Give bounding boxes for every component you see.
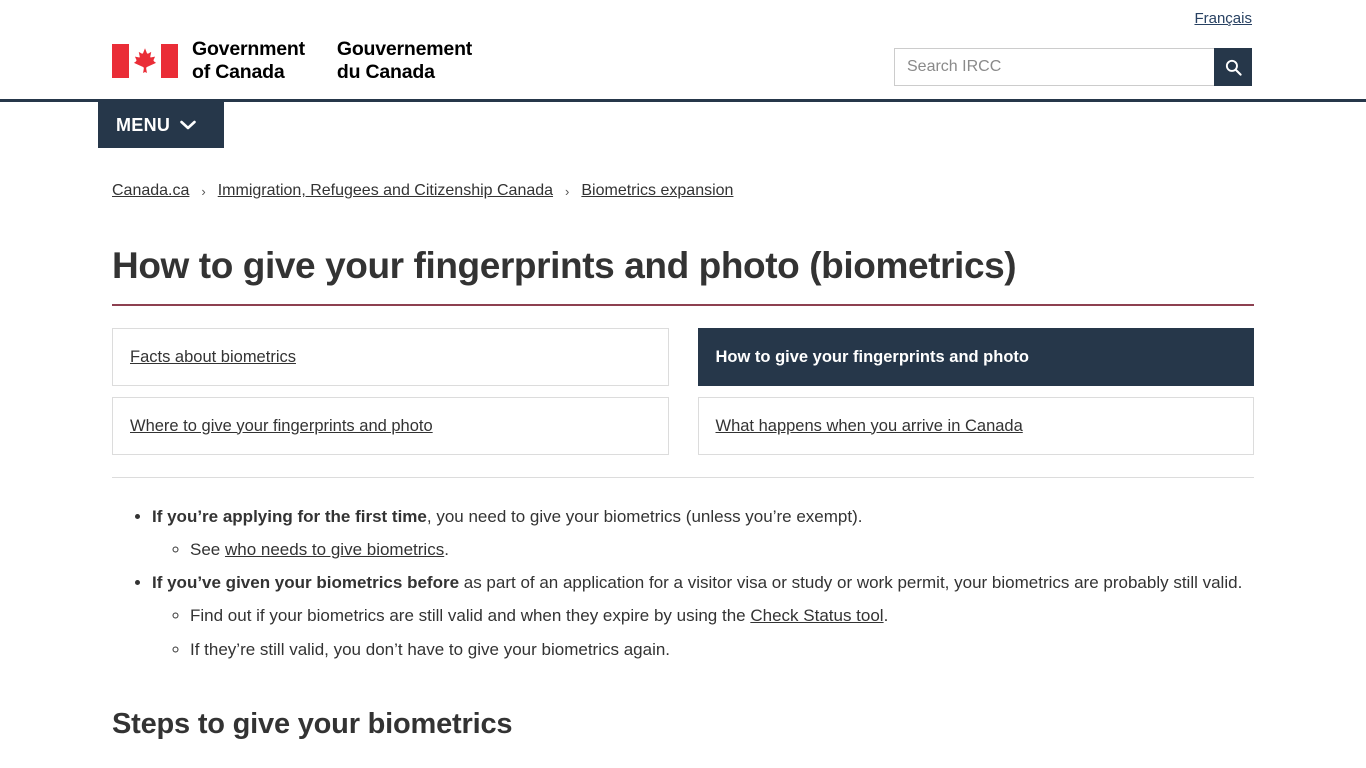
- main-content: How to give your fingerprints and photo …: [0, 245, 1366, 741]
- site-search: [894, 48, 1252, 86]
- canada-flag-icon: [112, 44, 178, 78]
- tab-label: Facts about biometrics: [130, 347, 296, 366]
- link-check-status-tool[interactable]: Check Status tool: [750, 606, 883, 625]
- bullet-rest-text: as part of an application for a visitor …: [459, 573, 1243, 593]
- wordmark-en-line1: Government: [192, 38, 305, 60]
- sub-text-after: .: [444, 540, 449, 560]
- page-title: How to give your fingerprints and photo …: [112, 245, 1254, 306]
- tab-facts-about-biometrics[interactable]: Facts about biometrics: [112, 328, 669, 386]
- section-heading-steps: Steps to give your biometrics: [112, 707, 513, 740]
- bullet-lead-bold: If you’ve given your biometrics before: [152, 573, 460, 593]
- breadcrumb-item-biometrics-expansion[interactable]: Biometrics expansion: [581, 182, 733, 200]
- sub-text-after: .: [883, 606, 889, 626]
- wordmark-english: Government of Canada: [192, 38, 305, 84]
- list-item: If they’re still valid, you don’t have t…: [190, 633, 1254, 666]
- wordmark-en-line2: of Canada: [192, 61, 285, 83]
- list-item: See who needs to give biometrics.: [190, 533, 1254, 566]
- breadcrumb-separator: ›: [201, 183, 206, 199]
- list-item: Find out if your biometrics are still va…: [190, 599, 1254, 632]
- sub-text-before: If they’re still valid, you don’t have t…: [190, 639, 671, 659]
- wordmark-fr-line1: Gouvernement: [336, 38, 473, 60]
- breadcrumb-item-canada-ca[interactable]: Canada.ca: [112, 182, 189, 200]
- menu-button[interactable]: MENU: [98, 102, 224, 148]
- breadcrumb: Canada.ca › Immigration, Refugees and Ci…: [0, 152, 1366, 200]
- search-icon: [1225, 59, 1242, 76]
- bullet-rest-text: , you need to give your biometrics (unle…: [426, 507, 863, 526]
- bullet-lead-bold: If you’re applying for the first time: [152, 507, 427, 526]
- biometrics-sub-list: See who needs to give biometrics.: [152, 533, 1254, 566]
- list-item: If you’ve given your biometrics before a…: [152, 566, 1254, 665]
- tab-label: Where to give your fingerprints and phot…: [130, 416, 433, 435]
- biometrics-sub-list: Find out if your biometrics are still va…: [152, 599, 1254, 665]
- government-of-canada-brand[interactable]: Government of Canada Gouvernement du Can…: [112, 38, 472, 84]
- wordmark-text: Government of Canada Gouvernement du Can…: [192, 38, 472, 84]
- sub-text-before: See: [190, 540, 225, 560]
- breadcrumb-separator: ›: [565, 183, 570, 199]
- wordmark-fr-line2: du Canada: [336, 61, 435, 83]
- site-header: Français Government of Canada Gouverneme…: [0, 0, 1366, 102]
- search-button[interactable]: [1214, 48, 1252, 86]
- breadcrumb-item-ircc[interactable]: Immigration, Refugees and Citizenship Ca…: [218, 182, 553, 200]
- link-who-needs-to-give-biometrics[interactable]: who needs to give biometrics: [225, 540, 444, 559]
- content-body: If you’re applying for the first time, y…: [112, 500, 1254, 741]
- search-input[interactable]: [894, 48, 1214, 86]
- tab-label: What happens when you arrive in Canada: [715, 416, 1023, 435]
- section-navigation-tabs: Facts about biometrics How to give your …: [112, 328, 1254, 478]
- list-item: If you’re applying for the first time, y…: [152, 500, 1254, 566]
- language-toggle: Français: [1194, 10, 1252, 28]
- maple-leaf-icon: [133, 48, 157, 73]
- biometrics-bullet-list: If you’re applying for the first time, y…: [112, 500, 1254, 666]
- wordmark-french: Gouvernement du Canada: [337, 38, 472, 84]
- chevron-down-icon: [180, 120, 197, 130]
- menu-strip: MENU: [0, 102, 1366, 152]
- tab-what-happens-when-you-arrive-in-canada[interactable]: What happens when you arrive in Canada: [697, 397, 1254, 455]
- sub-text-before: Find out if your biometrics are still va…: [190, 606, 751, 626]
- tab-label: How to give your fingerprints and photo: [715, 347, 1030, 366]
- language-link-francais[interactable]: Français: [1194, 10, 1252, 27]
- tab-how-to-give-fingerprints-and-photo[interactable]: How to give your fingerprints and photo: [697, 328, 1254, 386]
- tab-where-to-give-fingerprints-and-photo[interactable]: Where to give your fingerprints and phot…: [112, 397, 669, 455]
- menu-button-label: MENU: [116, 114, 171, 135]
